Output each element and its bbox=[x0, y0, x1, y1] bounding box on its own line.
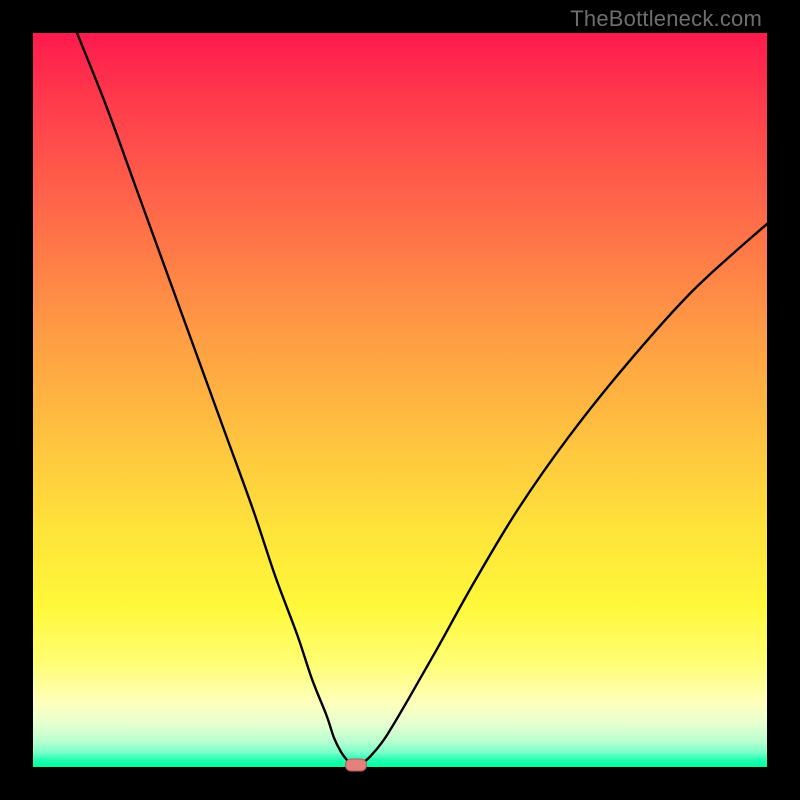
chart-frame: TheBottleneck.com bbox=[0, 0, 800, 800]
bottleneck-curve bbox=[33, 33, 767, 767]
minimum-marker bbox=[345, 758, 367, 771]
plot-area bbox=[33, 33, 767, 767]
watermark-text: TheBottleneck.com bbox=[570, 6, 762, 32]
